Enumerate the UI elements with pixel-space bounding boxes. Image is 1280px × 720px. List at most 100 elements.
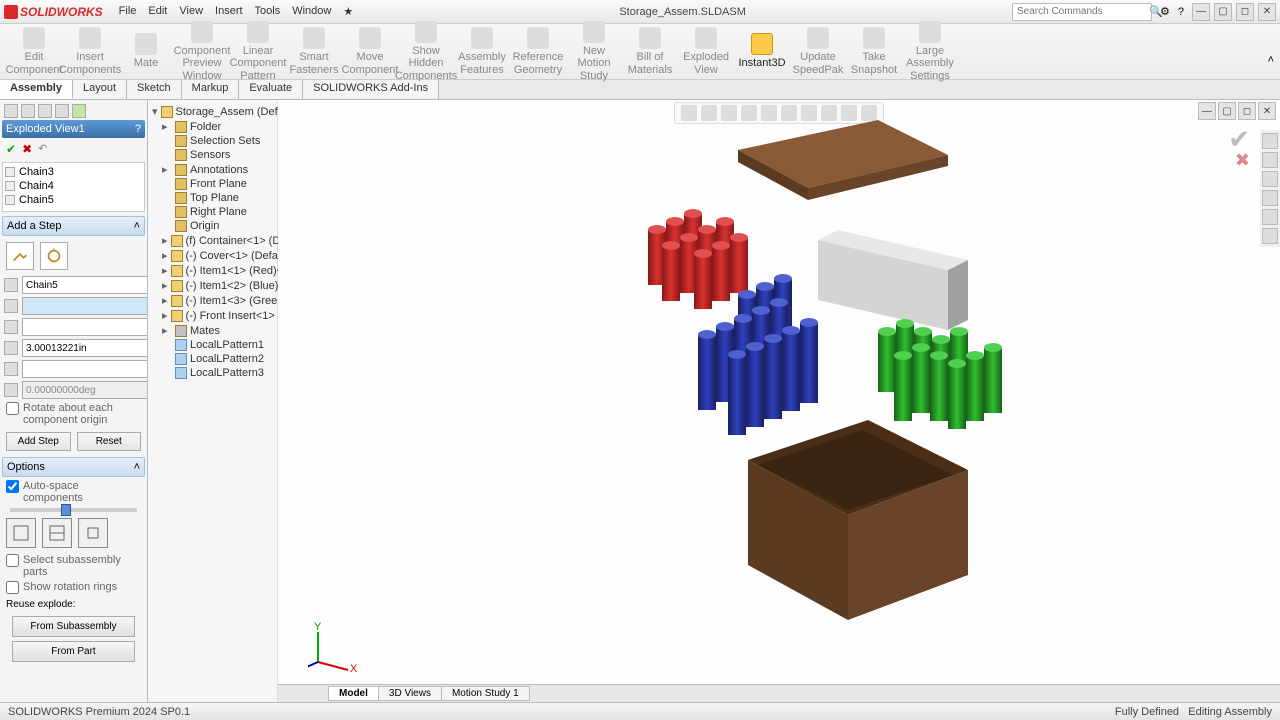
ribbon-take-snapshot[interactable]: Take Snapshot	[848, 27, 900, 75]
ribbon-instant3d[interactable]: Instant3D	[736, 33, 788, 69]
tree-item[interactable]: ▸(f) Container<1> (Def...	[150, 233, 275, 248]
pm-tab-display-icon[interactable]	[55, 104, 69, 118]
tab-sketch[interactable]: Sketch	[127, 80, 182, 99]
maximize-button[interactable]: ◻	[1236, 3, 1254, 21]
bbox-mode-1-button[interactable]	[6, 518, 36, 548]
custom-props-icon[interactable]	[1262, 228, 1278, 244]
ribbon-move-component[interactable]: Move Component	[344, 27, 396, 75]
menu-file[interactable]: File	[119, 5, 137, 18]
add-step-button[interactable]: Add Step	[6, 432, 71, 451]
ribbon-new-motion-study[interactable]: New Motion Study	[568, 21, 620, 81]
zoom-area-icon[interactable]	[701, 105, 717, 121]
pm-tab-property-icon[interactable]	[21, 104, 35, 118]
search-input[interactable]	[1017, 6, 1149, 17]
tree-item[interactable]: ▸(-) Item1<2> (Blue)<...	[150, 278, 275, 293]
ribbon-insert-components[interactable]: Insert Components	[64, 27, 116, 75]
design-lib-icon[interactable]	[1262, 152, 1278, 168]
tree-item[interactable]: Front Plane	[150, 177, 275, 191]
ribbon-update-speedpak[interactable]: Update SpeedPak	[792, 27, 844, 75]
tree-item[interactable]: ▸Folder	[150, 119, 275, 134]
rotate-checkbox[interactable]	[6, 402, 19, 415]
command-search[interactable]: 🔍	[1012, 3, 1152, 21]
tree-item[interactable]: ▸(-) Cover<1> (Default<...	[150, 248, 275, 263]
section-view-icon[interactable]	[741, 105, 757, 121]
view-palette-icon[interactable]	[1262, 190, 1278, 206]
restore-button[interactable]: ▢	[1214, 3, 1232, 21]
ribbon-edit-component[interactable]: Edit Component	[8, 27, 60, 75]
tree-item[interactable]: Right Plane	[150, 205, 275, 219]
tab-3dviews[interactable]: 3D Views	[378, 686, 442, 701]
from-part-button[interactable]: From Part	[12, 641, 135, 662]
help-icon[interactable]: ?	[1178, 6, 1184, 18]
select-sub-checkbox[interactable]	[6, 554, 19, 567]
bbox-mode-3-button[interactable]	[78, 518, 108, 548]
feature-tree[interactable]: ▾Storage_Assem (Default▸FolderSelection …	[148, 100, 278, 702]
tree-item[interactable]: LocalLPattern3	[150, 366, 275, 380]
radial-step-button[interactable]	[40, 242, 68, 270]
ribbon-mate[interactable]: Mate	[120, 33, 172, 69]
angle-field[interactable]	[22, 381, 148, 399]
hide-show-icon[interactable]	[801, 105, 817, 121]
tab-assembly[interactable]: Assembly	[0, 80, 73, 99]
from-subassembly-button[interactable]: From Subassembly	[12, 616, 135, 637]
tree-item[interactable]: LocalLPattern2	[150, 352, 275, 366]
vp-close-button[interactable]: ✕	[1258, 102, 1276, 120]
pm-undo-icon[interactable]: ↶	[38, 142, 47, 156]
section-options[interactable]: Options˄	[2, 457, 145, 477]
vp-restore-button[interactable]: ▢	[1218, 102, 1236, 120]
vp-min-button[interactable]: —	[1198, 102, 1216, 120]
orientation-triad[interactable]: Y X Z	[308, 622, 358, 672]
slider-thumb[interactable]	[61, 504, 71, 516]
view-orient-icon[interactable]	[761, 105, 777, 121]
apply-scene-icon[interactable]	[841, 105, 857, 121]
tree-item[interactable]: ▸(-) Item1<3> (Green)<...	[150, 293, 275, 308]
distance-field[interactable]	[22, 339, 148, 357]
section-add-step[interactable]: Add a Step˄	[2, 216, 145, 236]
axis-field[interactable]	[22, 360, 148, 378]
pm-tab-config-icon[interactable]	[38, 104, 52, 118]
show-rings-checkbox[interactable]	[6, 581, 19, 594]
ribbon-exploded-view[interactable]: Exploded View	[680, 27, 732, 75]
chain-list[interactable]: Chain3 Chain4 Chain5	[2, 162, 145, 212]
prev-view-icon[interactable]	[721, 105, 737, 121]
pm-tab-feature-icon[interactable]	[4, 104, 18, 118]
bbox-mode-2-button[interactable]	[42, 518, 72, 548]
tree-item[interactable]: ▸Mates	[150, 323, 275, 338]
ribbon-assembly-features[interactable]: Assembly Features	[456, 27, 508, 75]
ribbon-smart-fasteners[interactable]: Smart Fasteners	[288, 27, 340, 75]
tree-item[interactable]: LocalLPattern1	[150, 338, 275, 352]
spacing-slider[interactable]	[10, 508, 137, 512]
menu-star[interactable]: ★	[343, 5, 353, 18]
pm-cancel-icon[interactable]: ✖	[22, 142, 32, 156]
tab-model[interactable]: Model	[328, 686, 379, 701]
reset-button[interactable]: Reset	[77, 432, 142, 451]
component-select-field[interactable]	[22, 297, 148, 315]
tab-markup[interactable]: Markup	[182, 80, 240, 99]
tree-item[interactable]: ▾Storage_Assem (Default	[150, 104, 275, 119]
edit-appear-icon[interactable]	[821, 105, 837, 121]
ribbon-collapse-icon[interactable]: ˄	[1268, 54, 1274, 66]
tab-evaluate[interactable]: Evaluate	[239, 80, 303, 99]
vp-max-button[interactable]: ◻	[1238, 102, 1256, 120]
ribbon-reference-geometry[interactable]: Reference Geometry	[512, 27, 564, 75]
resources-icon[interactable]	[1262, 133, 1278, 149]
tree-item[interactable]: Origin	[150, 219, 275, 233]
appearances-icon[interactable]	[1262, 209, 1278, 225]
pm-tab-refresh-icon[interactable]	[72, 104, 86, 118]
ribbon-component-preview-window[interactable]: Component Preview Window	[176, 21, 228, 81]
settings-icon[interactable]: ⚙	[1160, 5, 1170, 18]
close-button[interactable]: ✕	[1258, 3, 1276, 21]
menu-edit[interactable]: Edit	[148, 5, 167, 18]
cancel-corner-icon[interactable]: ✖	[1235, 150, 1250, 171]
tree-item[interactable]: Sensors	[150, 148, 275, 162]
pm-accept-icon[interactable]: ✔	[6, 142, 16, 156]
graphics-viewport[interactable]: — ▢ ◻ ✕ ✔ ✖	[278, 100, 1280, 702]
regular-step-button[interactable]	[6, 242, 34, 270]
zoom-fit-icon[interactable]	[681, 105, 697, 121]
tree-item[interactable]: ▸(-) Item1<1> (Red)<...	[150, 263, 275, 278]
tab-motion[interactable]: Motion Study 1	[441, 686, 530, 701]
file-explorer-icon[interactable]	[1262, 171, 1278, 187]
direction-field[interactable]	[22, 318, 148, 336]
chain-name-field[interactable]	[22, 276, 148, 294]
menu-tools[interactable]: Tools	[255, 5, 281, 18]
